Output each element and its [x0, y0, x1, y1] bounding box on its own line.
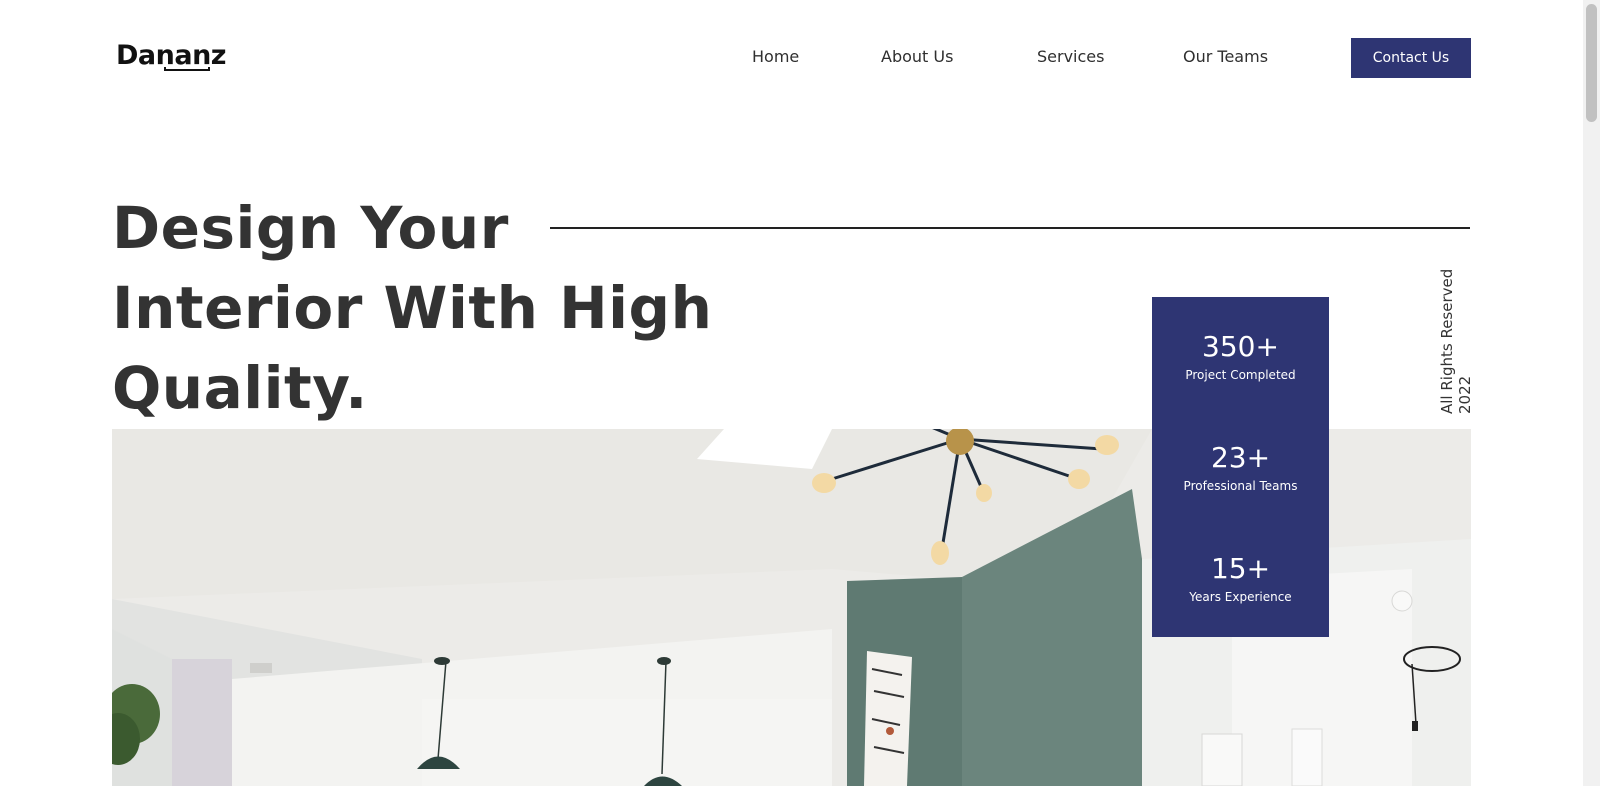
stat-teams: 23+ Professional Teams	[1152, 441, 1329, 495]
nav-home[interactable]: Home	[752, 47, 799, 66]
hero-title-line-3: Quality.	[112, 354, 368, 422]
copyright-year: 2022	[1456, 375, 1474, 414]
scrollbar-thumb[interactable]	[1586, 4, 1597, 122]
logo-underline-mark	[164, 67, 210, 71]
stat-label: Project Completed	[1185, 368, 1296, 382]
stat-projects: 350+ Project Completed	[1152, 330, 1329, 384]
page-scrollbar[interactable]	[1583, 0, 1600, 786]
stat-value: 23+	[1210, 441, 1271, 474]
stat-experience: 15+ Years Experience	[1152, 552, 1329, 606]
stat-value: 350+	[1202, 330, 1279, 363]
nav-our-teams[interactable]: Our Teams	[1183, 47, 1268, 66]
hero-title: Design Your Interior With High Quality.	[112, 188, 752, 428]
stat-value: 15+	[1210, 552, 1271, 585]
copyright-rights: All Rights Reserved	[1438, 268, 1456, 414]
hero-title-line-2: Interior With High	[112, 274, 713, 342]
nav-services[interactable]: Services	[1037, 47, 1104, 66]
stats-panel: 350+ Project Completed 23+ Professional …	[1152, 297, 1329, 637]
stat-label: Professional Teams	[1183, 479, 1298, 493]
nav-about-us[interactable]: About Us	[881, 47, 953, 66]
stat-label: Years Experience	[1189, 590, 1292, 604]
contact-us-button[interactable]: Contact Us	[1351, 38, 1471, 78]
hero-divider-line	[550, 227, 1470, 229]
copyright-vertical: All Rights Reserved 2022	[1438, 258, 1474, 414]
